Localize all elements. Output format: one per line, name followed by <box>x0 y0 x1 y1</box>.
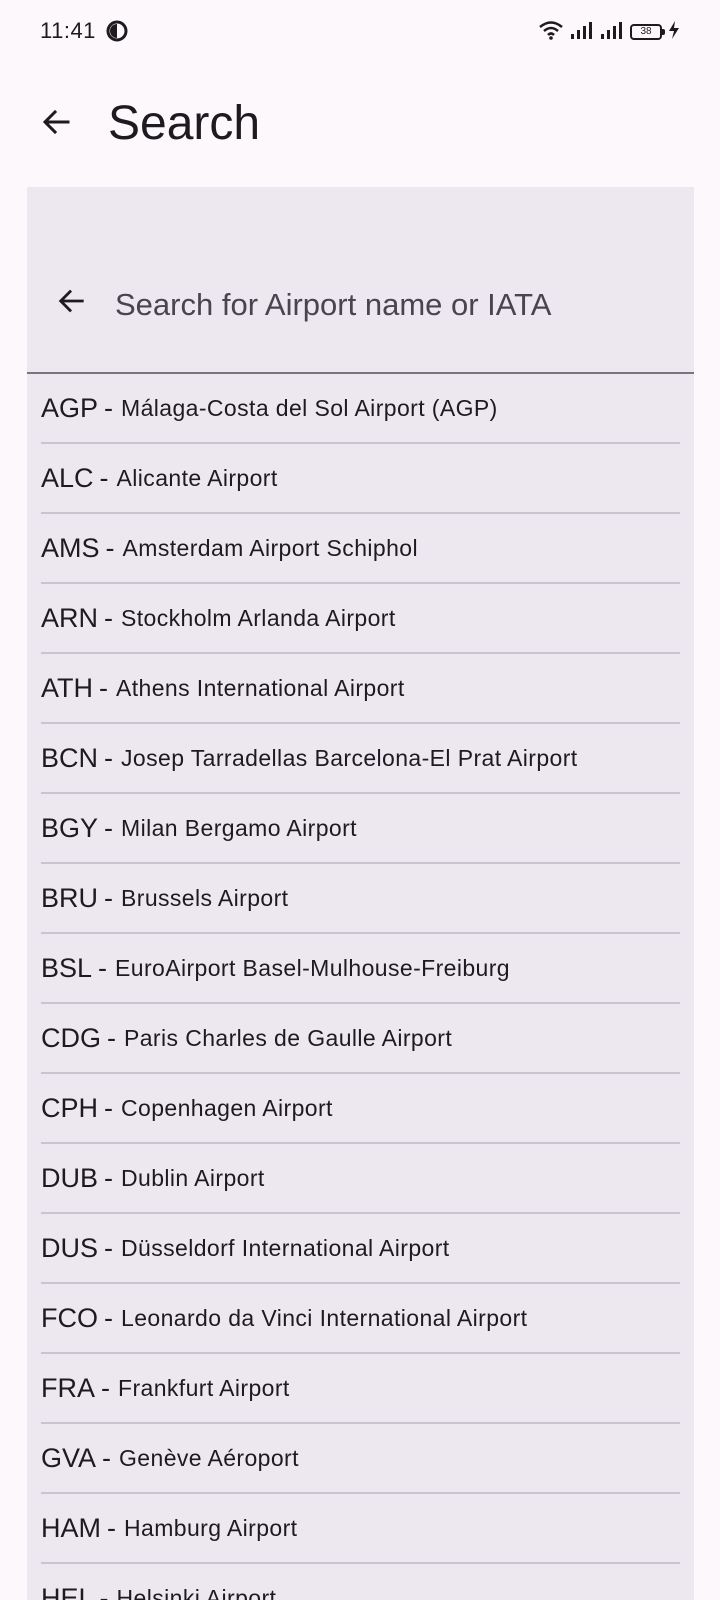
list-item[interactable]: BSL - EuroAirport Basel-Mulhouse-Freiburg <box>41 934 680 1004</box>
airport-name: Frankfurt Airport <box>118 1374 290 1401</box>
app-indicator-icon <box>106 20 128 42</box>
separator: - <box>107 1512 116 1543</box>
separator: - <box>99 462 109 493</box>
separator: - <box>99 672 108 703</box>
airport-code: DUS <box>41 1232 99 1263</box>
airport-name: Brussels Airport <box>121 884 289 911</box>
list-item[interactable]: FCO - Leonardo da Vinci International Airp… <box>41 1284 680 1354</box>
battery-icon: 38 <box>630 24 665 40</box>
status-icons: 38 <box>538 18 680 46</box>
airport-code: BCN <box>41 742 99 773</box>
list-item[interactable]: BCN - Josep Tarradellas Barcelona-El Prat … <box>41 724 680 794</box>
results-list: AGP - Málaga-Costa del Sol Airport (AGP) AL… <box>41 374 680 1600</box>
arrow-left-icon <box>56 286 86 321</box>
list-item[interactable]: FRA - Frankfurt Airport <box>41 1354 680 1424</box>
list-item[interactable]: HAM - Hamburg Airport <box>41 1494 680 1564</box>
separator: - <box>104 392 114 423</box>
airport-name: Dublin Airport <box>121 1164 265 1191</box>
airport-code: CDG <box>41 1022 101 1053</box>
separator: - <box>98 952 108 983</box>
list-item[interactable]: AMS - Amsterdam Airport Schiphol <box>41 514 680 584</box>
separator: - <box>104 1232 114 1263</box>
airport-name: Amsterdam Airport Schiphol <box>122 534 418 561</box>
list-item[interactable]: BGY - Milan Bergamo Airport <box>41 794 680 864</box>
airport-code: HEL <box>41 1582 94 1600</box>
separator: - <box>102 1442 112 1473</box>
airport-name: Genève Aéroport <box>119 1444 299 1471</box>
airport-name: Josep Tarradellas Barcelona-El Prat Airp… <box>121 744 578 771</box>
status-time: 11:41 <box>40 18 96 43</box>
page-title: Search <box>108 97 261 150</box>
airport-code: BRU <box>41 882 99 913</box>
list-item[interactable]: HEL - Helsinki Airport <box>41 1564 680 1600</box>
airport-name: Paris Charles de Gaulle Airport <box>124 1024 453 1051</box>
airport-code: BSL <box>41 952 93 983</box>
airport-code: ALC <box>41 462 94 493</box>
list-item[interactable]: DUB - Dublin Airport <box>41 1144 680 1214</box>
airport-name: Düsseldorf International Airport <box>121 1234 450 1261</box>
separator: - <box>104 812 114 843</box>
list-item[interactable]: BRU - Brussels Airport <box>41 864 680 934</box>
charging-icon <box>668 20 680 45</box>
list-item[interactable]: CDG - Paris Charles de Gaulle Airport <box>41 1004 680 1074</box>
status-bar: 11:41 38 <box>0 0 720 64</box>
airport-name: Alicante Airport <box>116 464 278 491</box>
arrow-left-icon <box>40 106 72 143</box>
list-item[interactable]: AGP - Málaga-Costa del Sol Airport (AGP) <box>41 374 680 444</box>
search-back-button[interactable] <box>47 279 95 327</box>
separator: - <box>104 882 114 913</box>
airport-code: AGP <box>41 392 99 423</box>
separator: - <box>104 742 114 773</box>
separator: - <box>104 1092 114 1123</box>
separator: - <box>105 532 115 563</box>
airport-code: DUB <box>41 1162 99 1193</box>
search-input[interactable] <box>115 283 675 327</box>
airport-name: Hamburg Airport <box>124 1514 298 1541</box>
airport-code: AMS <box>41 532 100 563</box>
airport-code: ATH <box>41 672 93 703</box>
airport-code: CPH <box>41 1092 99 1123</box>
airport-name: Stockholm Arlanda Airport <box>121 604 396 631</box>
airport-code: HAM <box>41 1512 101 1543</box>
airport-code: BGY <box>41 812 99 843</box>
airport-name: Milan Bergamo Airport <box>121 814 357 841</box>
airport-code: FRA <box>41 1372 95 1403</box>
airport-name: EuroAirport Basel-Mulhouse-Freiburg <box>115 954 510 981</box>
list-item[interactable]: CPH - Copenhagen Airport <box>41 1074 680 1144</box>
list-item[interactable]: GVA - Genève Aéroport <box>41 1424 680 1494</box>
airport-name: Helsinki Airport <box>116 1584 277 1600</box>
separator: - <box>101 1372 110 1403</box>
list-item[interactable]: ALC - Alicante Airport <box>41 444 680 514</box>
search-bar <box>27 187 694 374</box>
list-item[interactable]: DUS - Düsseldorf International Airport <box>41 1214 680 1284</box>
signal-icon <box>570 20 594 45</box>
wifi-icon <box>538 20 564 45</box>
separator: - <box>107 1022 116 1053</box>
list-item[interactable]: ARN - Stockholm Arlanda Airport <box>41 584 680 654</box>
signal-icon <box>600 20 624 45</box>
separator: - <box>104 602 114 633</box>
airport-name: Leonardo da Vinci International Airport <box>121 1304 528 1331</box>
list-item[interactable]: ATH - Athens International Airport <box>41 654 680 724</box>
search-panel: AGP-Málaga-Costa del Sol Airport (AGP)AL… <box>27 187 694 1600</box>
airport-code: GVA <box>41 1442 97 1473</box>
airport-name: Copenhagen Airport <box>121 1094 333 1121</box>
airport-code: FCO <box>41 1302 98 1333</box>
top-app-bar: Search <box>0 64 720 186</box>
airport-name: Málaga-Costa del Sol Airport (AGP) <box>121 394 498 421</box>
airport-code: ARN <box>41 602 99 633</box>
separator: - <box>104 1302 113 1333</box>
separator: - <box>104 1162 114 1193</box>
back-button[interactable] <box>28 96 84 152</box>
airport-name: Athens International Airport <box>116 674 405 701</box>
separator: - <box>99 1582 109 1600</box>
